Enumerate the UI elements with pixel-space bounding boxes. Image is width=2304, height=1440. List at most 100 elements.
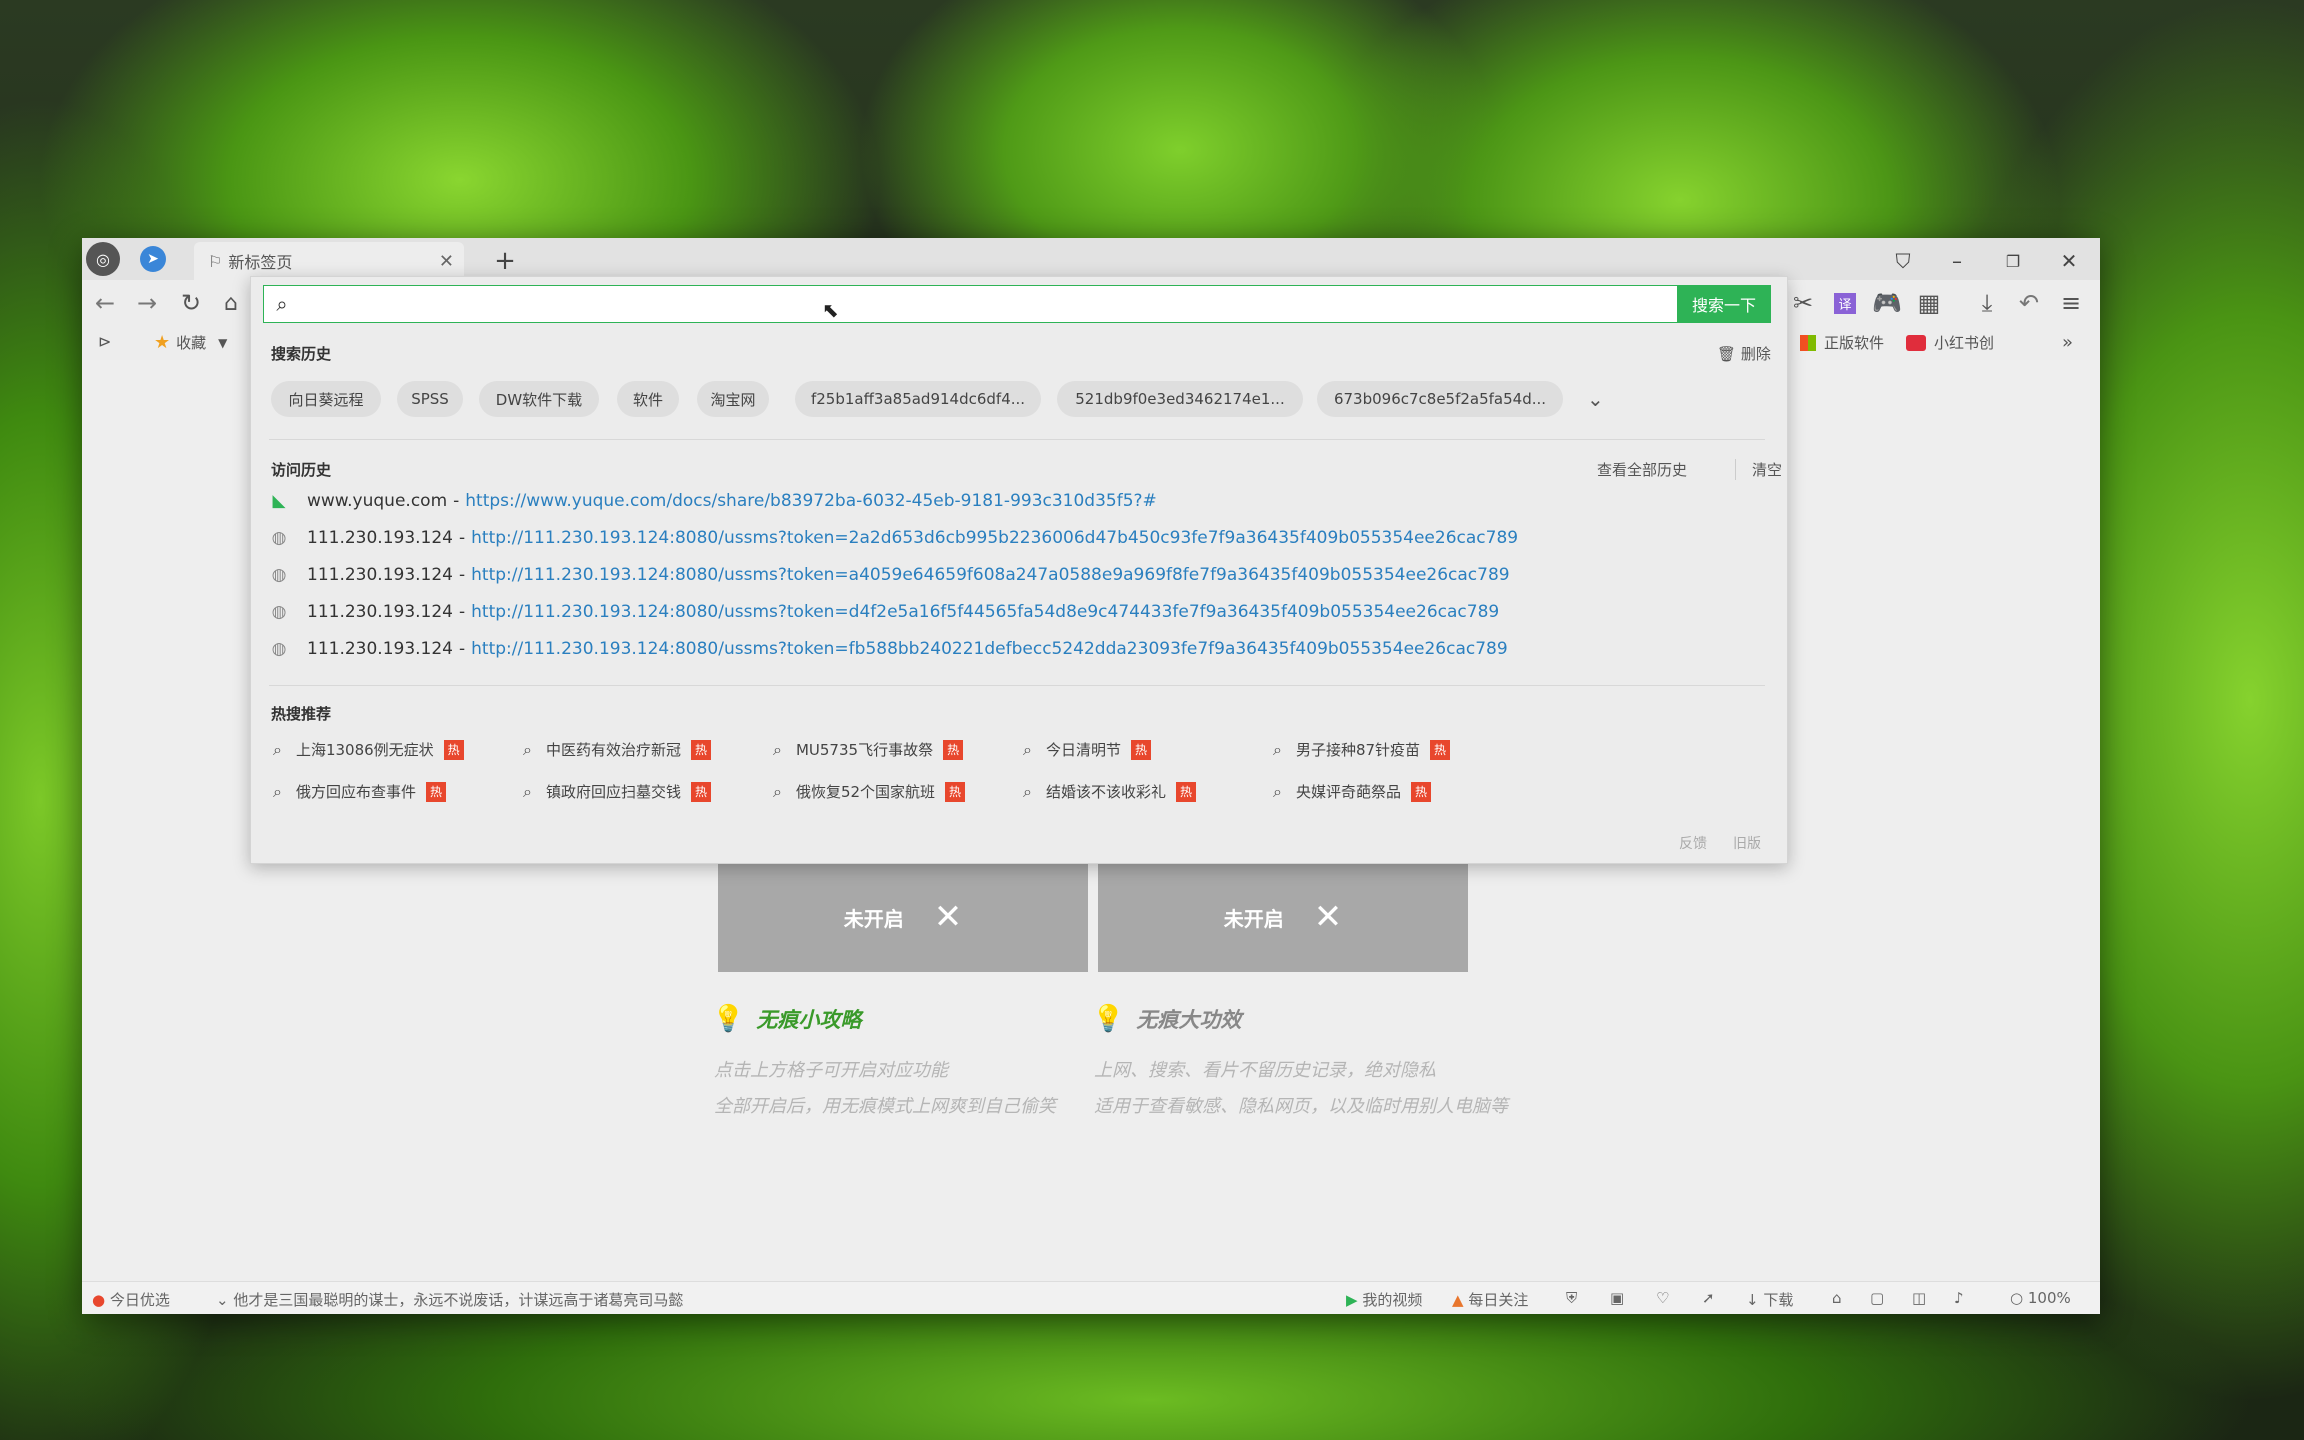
incognito-avatar-icon[interactable]: ◎ [86,242,120,276]
new-tab-button[interactable]: + [490,246,520,276]
news-ticker[interactable]: ⌄ 他才是三国最聪明的谋士，永远不说废话，计谋远高于诸葛亮司马懿 [216,1289,683,1310]
history-chip[interactable]: DW软件下载 [479,381,599,417]
incognito-card-2[interactable]: 未开启 ✕ [1098,862,1468,972]
health-icon[interactable]: ♡ [1656,1289,1669,1307]
download-icon[interactable]: ⤓ [1972,288,2002,318]
layout-icon[interactable]: ◫ [1912,1289,1926,1307]
hot-search-item[interactable]: ⌕ 俄方回应布查事件热 [273,781,446,802]
address-input[interactable] [300,292,1604,316]
tab-title: 新标签页 [228,253,293,272]
hot-search-item[interactable]: ⌕ 俄恢复52个国家航班热 [773,781,966,802]
translate-icon[interactable]: 译 [1830,288,1860,318]
history-chip[interactable]: 673b096c7c8e5f2a5fa54d... [1317,381,1563,417]
today-label: 今日优选 [109,1291,170,1309]
history-row[interactable]: ◣ www.yuque.com - https://www.yuque.com/d… [269,487,1156,515]
play-icon: ▶ [1346,1291,1358,1309]
history-chip[interactable]: 淘宝网 [697,381,769,417]
hot-search-item[interactable]: ⌕ 镇政府回应扫墓交钱热 [523,781,711,802]
image-icon[interactable]: ▣ [1610,1289,1624,1307]
status-bar: ● 今日优选 ⌄ 他才是三国最聪明的谋士，永远不说废话，计谋远高于诸葛亮司马懿 … [82,1281,2100,1314]
reload-icon[interactable]: ↻ [176,288,206,318]
game-icon[interactable]: 🎮 [1872,288,1902,318]
close-icon: ✕ [1313,897,1343,937]
search-icon: ⌕ [276,292,288,316]
video-label: 我的视频 [1362,1291,1423,1309]
hot-search-item[interactable]: ⌕ MU5735飞行事故祭热 [773,739,964,760]
bookmark-item-genuine-software[interactable]: 正版软件 [1800,332,1884,353]
hot-search-item[interactable]: ⌕ 上海13086例无症状热 [273,739,464,760]
rocket-icon[interactable]: ➚ [1702,1289,1715,1307]
minimize-button[interactable]: – [1942,246,1972,276]
history-chip[interactable]: SPSS [397,381,463,417]
favorites-button[interactable]: ★ 收藏 ▼ [154,332,227,353]
old-version-link[interactable]: 旧版 [1733,833,1761,853]
daily-focus[interactable]: ▲ 每日关注 [1452,1289,1528,1310]
history-chip[interactable]: 521db9f0e3ed3462174e1... [1057,381,1303,417]
history-row[interactable]: ◍ 111.230.193.124- http://111.230.193.12… [269,561,1510,589]
hot-search-item[interactable]: ⌕ 央媒评奇葩祭品热 [1273,781,1431,802]
history-row[interactable]: ◍ 111.230.193.124- http://111.230.193.12… [269,635,1508,663]
hot-search-item[interactable]: ⌕ 男子接种87针疫苗热 [1273,739,1451,760]
zoom-level[interactable]: ○ 100% [2010,1289,2071,1307]
lightbulb-icon: 💡 [1092,1004,1125,1034]
tip-title-1: 💡 无痕小攻略 [712,1004,861,1034]
delete-history-button[interactable]: 🗑 删除 [1717,343,1771,364]
incognito-card-1[interactable]: 未开启 ✕ [718,862,1088,972]
tip-line: 上网、搜索、看片不留历史记录，绝对隐私 [1094,1060,1436,1081]
hot-search-item[interactable]: ⌕ 中医药有效治疗新冠热 [523,739,711,760]
expand-chevron-icon[interactable]: ⌄ [1587,387,1604,411]
mouse-cursor-icon: ⬉ [822,298,839,322]
my-video[interactable]: ▶ 我的视频 [1346,1289,1422,1310]
forward-icon[interactable]: → [132,288,162,318]
view-all-history-link[interactable]: 查看全部历史 [1597,459,1687,480]
globe-icon: ◍ [271,565,287,585]
sidebar-toggle-icon[interactable]: ⊳ [98,332,111,351]
apps-icon[interactable]: ▦ [1914,288,1944,318]
scissors-icon[interactable]: ✂ [1788,288,1818,318]
history-row[interactable]: ◍ 111.230.193.124- http://111.230.193.12… [269,524,1519,552]
search-history-title: 搜索历史 [271,345,332,363]
history-row[interactable]: ◍ 111.230.193.124- http://111.230.193.12… [269,598,1500,626]
hat-icon[interactable]: ⌂ [1832,1289,1842,1307]
shield-icon[interactable]: ⛨ [1566,1289,1577,1307]
bookmark-label: 正版软件 [1824,334,1885,352]
more-bookmarks-icon[interactable]: » [2062,332,2073,353]
bookmark-item-xiaohongshu[interactable]: 小红书创 [1906,332,1994,353]
globe-icon: ◍ [271,639,287,659]
menu-icon[interactable]: ≡ [2056,288,2086,318]
undo-icon[interactable]: ↶ [2014,288,2044,318]
chevron-down-icon: ▼ [218,335,228,350]
search-icon: ⌕ [1023,739,1032,759]
today-picks[interactable]: ● 今日优选 [92,1289,170,1310]
download-status[interactable]: ↓ 下载 [1746,1289,1793,1310]
search-icon: ⌕ [273,739,282,759]
skin-icon[interactable]: ⛉ [1888,246,1918,276]
home-icon[interactable]: ⌂ [216,288,246,318]
history-chip[interactable]: 软件 [617,381,679,417]
tab-new-tab[interactable]: ⚐ 新标签页 ✕ [194,242,464,280]
hot-badge: 热 [425,781,446,802]
volume-icon[interactable]: ♪ [1954,1289,1964,1307]
restore-button[interactable]: ❐ [1998,246,2028,276]
hot-text: 俄恢复52个国家航班 [795,783,936,801]
search-button[interactable]: 搜索一下 [1677,285,1771,323]
feedback-link[interactable]: 反馈 [1679,833,1707,853]
address-bar[interactable]: ⌕ [263,285,1683,323]
flag-icon: ⚐ [208,251,223,271]
hot-badge: 热 [945,781,966,802]
hot-search-item[interactable]: ⌕ 今日清明节热 [1023,739,1151,760]
hot-badge: 热 [1130,739,1151,760]
close-window-button[interactable]: ✕ [2054,246,2084,276]
history-chip[interactable]: f25b1aff3a85ad914dc6df4... [795,381,1041,417]
search-icon: ⌕ [273,781,282,801]
window-icon[interactable]: ▢ [1870,1289,1884,1307]
close-tab-icon[interactable]: ✕ [439,251,454,272]
lightbulb-icon: 💡 [712,1004,745,1034]
clear-history-link[interactable]: 清空 [1735,459,1782,480]
title-bar: ◎ ➤ ⚐ 新标签页 ✕ + ⛉ – ❐ ✕ [82,238,2100,280]
card-status-label: 未开启 [843,906,904,931]
send-icon[interactable]: ➤ [140,246,166,272]
hot-search-item[interactable]: ⌕ 结婚该不该收彩礼热 [1023,781,1196,802]
back-icon[interactable]: ← [90,288,120,318]
history-chip[interactable]: 向日葵远程 [271,381,381,417]
